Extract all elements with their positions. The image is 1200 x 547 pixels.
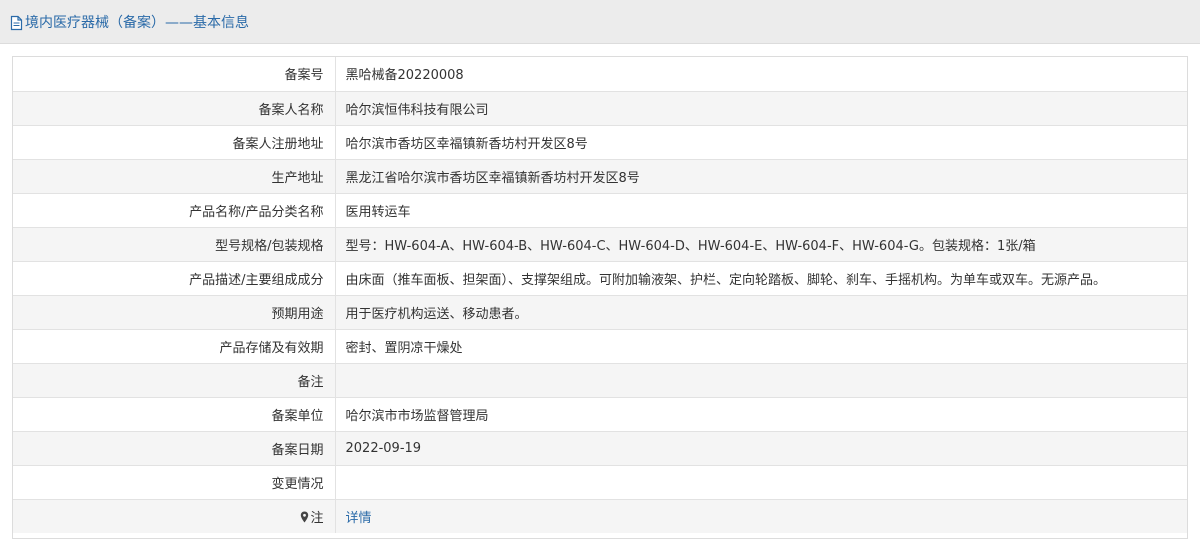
details-link[interactable]: 详情 [346,511,372,526]
row-value: 用于医疗机构运送、移动患者。 [335,294,1187,329]
row-value [335,362,1187,397]
table-row: 备案单位 哈尔滨市市场监督管理局 [13,396,1187,431]
table-row: 预期用途 用于医疗机构运送、移动患者。 [13,294,1187,329]
row-label: 产品描述/主要组成成分 [13,260,336,295]
table-row: 备案号 黑哈械备20220008 [13,57,1187,91]
row-value: 黑龙江省哈尔滨市香坊区幸福镇新香坊村开发区8号 [335,158,1187,193]
row-value: 哈尔滨市市场监督管理局 [335,396,1187,431]
row-label: 备注 [13,362,336,397]
row-value: 哈尔滨恒伟科技有限公司 [335,90,1187,125]
page-header: 境内医疗器械（备案）——基本信息 [0,0,1200,44]
page-title-text: 境内医疗器械（备案）——基本信息 [25,15,249,31]
table-row: 型号规格/包装规格 型号：HW-604-A、HW-604-B、HW-604-C、… [13,226,1187,261]
note-label-cell: 注 [13,498,336,533]
table-row: 备案日期 2022-09-19 [13,430,1187,465]
document-icon [10,15,23,31]
row-label: 备案人名称 [13,90,336,125]
row-value: 由床面（推车面板、担架面）、支撑架组成。可附加输液架、护栏、定向轮踏板、脚轮、刹… [335,260,1187,295]
note-value-cell: 详情 [335,498,1187,533]
table-row: 产品存储及有效期 密封、置阴凉干燥处 [13,328,1187,363]
row-label: 备案单位 [13,396,336,431]
note-label: 注 [310,510,324,526]
row-label: 变更情况 [13,464,336,499]
row-value: 医用转运车 [335,192,1187,227]
row-label: 备案日期 [13,430,336,465]
row-label: 产品存储及有效期 [13,328,336,363]
page-title: 境内医疗器械（备案）——基本信息 [10,13,249,33]
marker-icon [301,511,309,523]
row-label: 备案人注册地址 [13,124,336,159]
info-table: 备案号 黑哈械备20220008 备案人名称 哈尔滨恒伟科技有限公司 备案人注册… [12,56,1188,539]
row-label: 产品名称/产品分类名称 [13,192,336,227]
table-row: 备注 [13,362,1187,397]
table-row: 生产地址 黑龙江省哈尔滨市香坊区幸福镇新香坊村开发区8号 [13,158,1187,193]
row-value: 型号：HW-604-A、HW-604-B、HW-604-C、HW-604-D、H… [335,226,1187,261]
table-row: 备案人注册地址 哈尔滨市香坊区幸福镇新香坊村开发区8号 [13,124,1187,159]
row-value: 黑哈械备20220008 [345,68,464,84]
row-value: 密封、置阴凉干燥处 [335,328,1187,363]
row-label: 型号规格/包装规格 [13,226,336,261]
table-row: 变更情况 [13,464,1187,499]
table-row: 备案人名称 哈尔滨恒伟科技有限公司 [13,90,1187,125]
row-value [335,464,1187,499]
table-row: 产品描述/主要组成成分 由床面（推车面板、担架面）、支撑架组成。可附加输液架、护… [13,260,1187,295]
table-row: 产品名称/产品分类名称 医用转运车 [13,192,1187,227]
row-label: 生产地址 [13,158,336,193]
row-label: 预期用途 [13,294,336,329]
row-value: 2022-09-19 [335,430,1187,465]
row-value: 哈尔滨市香坊区幸福镇新香坊村开发区8号 [335,124,1187,159]
row-label: 备案号 [13,57,336,91]
note-row: 注 详情 [13,498,1187,533]
